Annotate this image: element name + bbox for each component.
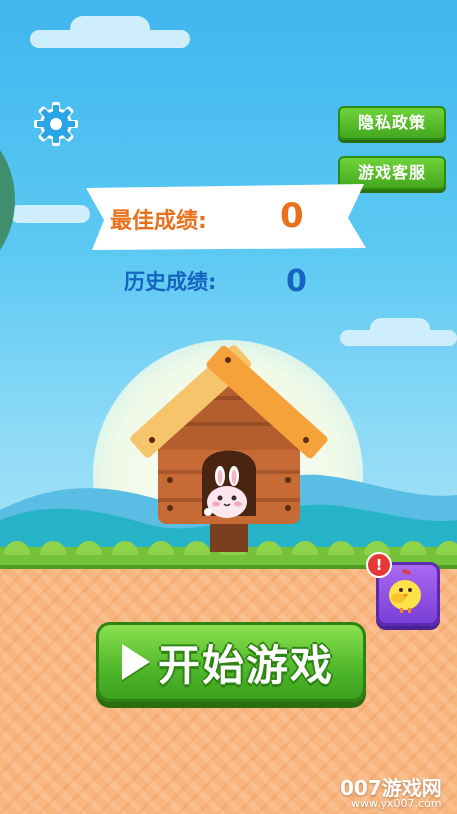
- best-score-label: 最佳成绩:: [110, 209, 207, 234]
- bunny-house: [130, 345, 328, 552]
- alert-icon: !: [366, 552, 392, 578]
- watermark-url: www.yx007.com: [351, 797, 442, 810]
- history-score-value: 0: [286, 264, 307, 299]
- side-leaf: [0, 150, 15, 250]
- play-icon: [121, 644, 150, 680]
- history-score-label: 历史成绩:: [124, 270, 217, 294]
- bunny-icon: [204, 466, 247, 518]
- cloud: [370, 318, 430, 340]
- start-game-button[interactable]: 开始游戏: [96, 622, 366, 702]
- cloud: [70, 16, 150, 42]
- best-score-value: 0: [280, 196, 304, 236]
- privacy-policy-button[interactable]: 隐私政策: [338, 106, 446, 140]
- cloud: [10, 205, 90, 223]
- gear-icon[interactable]: [34, 102, 78, 146]
- start-game-label: 开始游戏: [157, 640, 334, 690]
